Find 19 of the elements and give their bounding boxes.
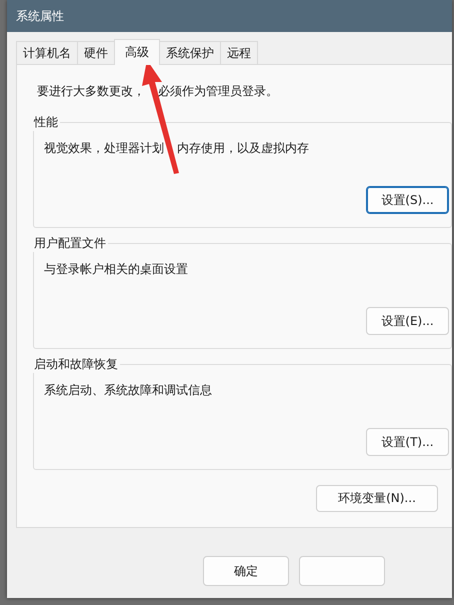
window-title: 系统属性 xyxy=(16,8,64,24)
group-title: 启动和故障恢复 xyxy=(32,356,120,373)
admin-notice: 必须作为管理员登录。 xyxy=(158,83,278,100)
admin-notice: 要进行大多数更改， xyxy=(37,83,145,100)
settings-button[interactable]: 设置(E)... xyxy=(366,307,449,335)
settings-button[interactable]: 设置(T)... xyxy=(366,428,449,456)
environment-variables-button[interactable]: 环境变量(N)... xyxy=(316,485,438,512)
tab[interactable]: 计算机名 xyxy=(16,41,78,64)
group-description: 与登录帐户相关的桌面设置 xyxy=(44,261,188,278)
group-description: 视觉效果，处理器计划 xyxy=(44,140,164,157)
group-description: 内存使用，以及虚拟内存 xyxy=(177,140,310,157)
tab[interactable]: 高级 xyxy=(114,39,160,65)
group-title: 性能 xyxy=(32,114,60,131)
dialog-button[interactable] xyxy=(299,556,385,586)
settings-button[interactable]: 设置(S)... xyxy=(366,186,449,214)
group-title: 用户配置文件 xyxy=(32,235,108,252)
group-description: 系统启动、系统故障和调试信息 xyxy=(44,382,212,399)
tab[interactable]: 远程 xyxy=(220,41,258,64)
ok-button[interactable]: 确定 xyxy=(203,556,289,586)
